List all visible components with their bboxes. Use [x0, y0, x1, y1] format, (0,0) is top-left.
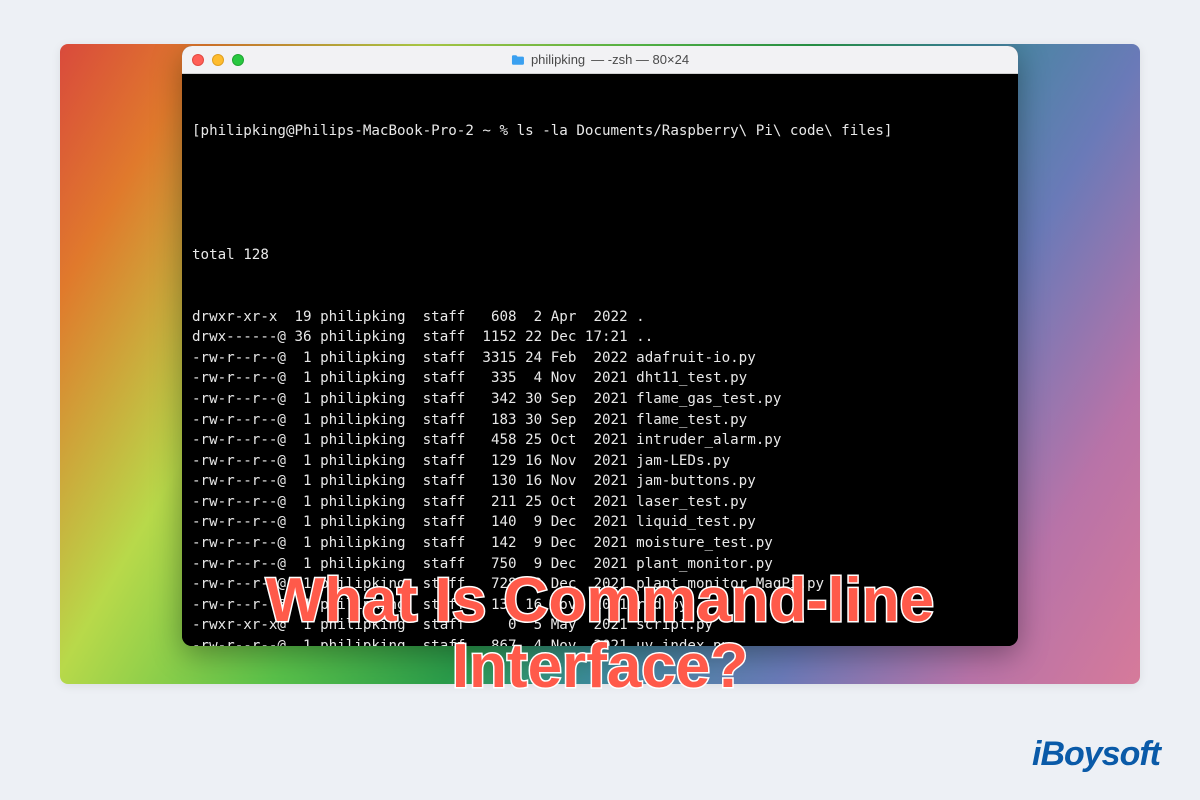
- caption-line-1: What Is Command-line: [266, 566, 934, 635]
- list-item: drwx------@ 36 philipking staff 1152 22 …: [192, 327, 1008, 348]
- list-item: -rw-r--r--@ 1 philipking staff 3315 24 F…: [192, 348, 1008, 369]
- title-rest-text: — -zsh — 80×24: [591, 52, 689, 67]
- terminal-total: total 128: [192, 245, 1008, 266]
- list-item: -rw-r--r--@ 1 philipking staff 211 25 Oc…: [192, 492, 1008, 513]
- window-titlebar[interactable]: philipking — -zsh — 80×24: [182, 46, 1018, 74]
- list-item: -rw-r--r--@ 1 philipking staff 140 9 Dec…: [192, 512, 1008, 533]
- list-item: drwxr-xr-x 19 philipking staff 608 2 Apr…: [192, 307, 1008, 328]
- list-item: -rw-r--r--@ 1 philipking staff 335 4 Nov…: [192, 368, 1008, 389]
- traffic-lights: [192, 54, 244, 66]
- brand-logo: iBoysoft: [1032, 735, 1160, 774]
- headline-caption: What Is Command-line Interface?: [266, 568, 934, 699]
- list-item: -rw-r--r--@ 1 philipking staff 142 9 Dec…: [192, 533, 1008, 554]
- title-folder-text: philipking: [531, 52, 585, 67]
- list-item: -rw-r--r--@ 1 philipking staff 130 16 No…: [192, 471, 1008, 492]
- caption-line-2: Interface?: [266, 634, 934, 700]
- terminal-blank: [192, 183, 1008, 204]
- terminal-window[interactable]: philipking — -zsh — 80×24 [philipking@Ph…: [182, 46, 1018, 646]
- list-item: -rw-r--r--@ 1 philipking staff 458 25 Oc…: [192, 430, 1008, 451]
- maximize-icon[interactable]: [232, 54, 244, 66]
- folder-icon: [511, 54, 525, 66]
- list-item: -rw-r--r--@ 1 philipking staff 342 30 Se…: [192, 389, 1008, 410]
- terminal-prompt: [philipking@Philips-MacBook-Pro-2 ~ % ls…: [192, 121, 1008, 142]
- list-item: -rw-r--r--@ 1 philipking staff 183 30 Se…: [192, 410, 1008, 431]
- list-item: -rw-r--r--@ 1 philipking staff 129 16 No…: [192, 451, 1008, 472]
- brand-text: iBoysoft: [1032, 735, 1160, 773]
- window-title: philipking — -zsh — 80×24: [511, 52, 689, 67]
- terminal-body[interactable]: [philipking@Philips-MacBook-Pro-2 ~ % ls…: [182, 74, 1018, 646]
- minimize-icon[interactable]: [212, 54, 224, 66]
- close-icon[interactable]: [192, 54, 204, 66]
